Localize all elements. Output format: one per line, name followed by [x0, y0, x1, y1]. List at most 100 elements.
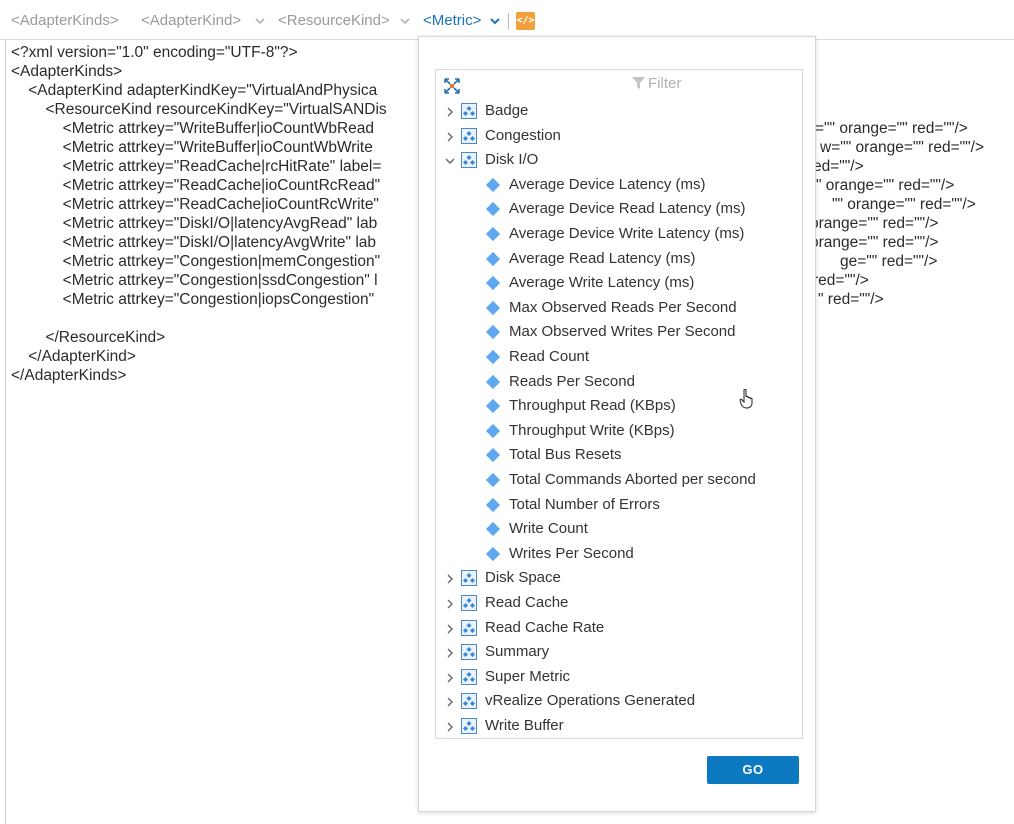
tree-group-read-cache[interactable]: Read Cache — [436, 591, 802, 615]
metric-group-icon — [461, 693, 477, 710]
chevron-right-icon[interactable] — [444, 105, 456, 117]
chevron-down-icon[interactable] — [489, 15, 501, 27]
metric-diamond-icon — [485, 472, 501, 488]
xml-toggle-button[interactable]: </> — [516, 12, 535, 30]
metric-diamond-icon — [485, 300, 501, 315]
tree-group-badge[interactable]: Badge — [436, 99, 802, 123]
tree-metric-item[interactable]: Write Count — [436, 517, 802, 541]
xml-line: <Metric attrkey="ReadCache|ioCountRcWrit… — [11, 196, 379, 213]
metric-group-icon — [461, 595, 477, 611]
tree-metric-item[interactable]: Throughput Write (KBps) — [436, 419, 802, 443]
tree-metric-label: Throughput Read (KBps) — [509, 397, 676, 415]
tree-metric-item[interactable]: Total Bus Resets — [436, 443, 802, 467]
xml-line: <Metric attrkey="ReadCache|rcHitRate" la… — [11, 158, 382, 175]
xml-line-tail: "" orange="" red=""/> — [832, 196, 976, 213]
tree-metric-item[interactable]: Average Device Latency (ms) — [436, 173, 802, 197]
tree-metric-label: Average Read Latency (ms) — [509, 249, 696, 267]
xml-line: <Metric attrkey="Congestion|iopsCongesti… — [11, 291, 375, 308]
xml-line-tail: " red=""/> — [818, 291, 884, 308]
xml-line: <ResourceKind resourceKindKey="VirtualSA… — [11, 101, 387, 118]
metric-group-icon — [461, 619, 477, 636]
tree-metric-label: Write Count — [509, 520, 588, 538]
tree-metric-label: Average Device Write Latency (ms) — [509, 225, 745, 242]
xml-line-tail: ge="" red=""/> — [840, 253, 938, 270]
tree-group-label: Disk Space — [485, 569, 561, 587]
xml-line-tail: orange="" red=""/> — [810, 234, 939, 251]
metric-diamond-icon — [485, 399, 501, 414]
tree-group-disk-space[interactable]: Disk Space — [436, 566, 802, 590]
chevron-down-icon[interactable] — [254, 15, 266, 27]
tree-group-write-buffer[interactable]: Write Buffer — [436, 714, 802, 738]
tree-metric-item[interactable]: Writes Per Second — [436, 542, 802, 566]
breadcrumb-metric[interactable]: <Metric> — [423, 12, 481, 29]
chevron-right-icon[interactable] — [444, 572, 456, 584]
go-button[interactable]: GO — [707, 756, 799, 784]
tree-metric-item[interactable]: Average Write Latency (ms) — [436, 271, 802, 295]
tree-metric-item[interactable]: Read Count — [436, 345, 802, 369]
breadcrumb-adapterkinds[interactable]: <AdapterKinds> — [11, 12, 119, 29]
chevron-right-icon[interactable] — [444, 597, 456, 609]
metric-group-icon — [461, 644, 477, 661]
metric-diamond-icon — [485, 423, 501, 438]
tree-metric-item[interactable]: Max Observed Writes Per Second — [436, 320, 802, 344]
metric-diamond-icon — [485, 546, 501, 561]
chevron-down-icon[interactable] — [399, 15, 411, 27]
metric-diamond-icon — [485, 226, 501, 242]
breadcrumb-resourcekind[interactable]: <ResourceKind> — [278, 12, 390, 29]
tree-group-summary[interactable]: Summary — [436, 640, 802, 664]
separator — [508, 13, 509, 29]
tree-metric-label: Average Write Latency (ms) — [509, 274, 695, 292]
chevron-down-icon[interactable] — [444, 154, 456, 166]
tree-group-congestion[interactable]: Congestion — [436, 124, 802, 148]
tree-metric-item[interactable]: Average Read Latency (ms) — [436, 247, 802, 271]
tree-group-read-cache-rate[interactable]: Read Cache Rate — [436, 616, 802, 640]
collapse-all-icon[interactable] — [442, 76, 462, 96]
metric-group-icon — [461, 570, 477, 587]
filter-input[interactable]: Filter — [632, 75, 681, 93]
xml-line: </AdapterKinds> — [11, 367, 127, 384]
metric-diamond-icon — [485, 202, 501, 217]
chevron-right-icon[interactable] — [444, 671, 456, 683]
xml-line: <?xml version="1.0" encoding="UTF-8"?> — [11, 44, 298, 61]
metric-diamond-icon — [485, 325, 501, 340]
metric-group-icon — [461, 103, 477, 119]
tree-group-label: Disk I/O — [485, 151, 539, 169]
breadcrumb-adapterkind[interactable]: <AdapterKind> — [141, 12, 241, 29]
tree-group-super-metric[interactable]: Super Metric — [436, 665, 802, 689]
tree-metric-label: Total Number of Errors — [509, 495, 660, 513]
xml-line: <Metric attrkey="DiskI/O|latencyAvgWrite… — [11, 234, 377, 251]
tree-metric-label: Read Count — [509, 348, 590, 365]
xml-line: <AdapterKinds> — [11, 63, 123, 80]
xml-line-tail: ="" orange="" red=""/> — [815, 120, 968, 137]
xml-line-tail: ed=""/> — [813, 158, 864, 175]
chevron-right-icon[interactable] — [444, 695, 456, 707]
tree-metric-label: Writes Per Second — [509, 544, 634, 562]
tree-metric-label: Max Observed Writes Per Second — [509, 323, 736, 341]
chevron-right-icon[interactable] — [444, 646, 456, 658]
xml-line: <Metric attrkey="DiskI/O|latencyAvgRead"… — [11, 215, 378, 232]
chevron-right-icon[interactable] — [444, 720, 456, 732]
hand-cursor-icon — [739, 388, 755, 409]
tree-metric-item[interactable]: Average Device Read Latency (ms) — [436, 197, 802, 221]
tree-metric-item[interactable]: Average Device Write Latency (ms) — [436, 222, 802, 246]
chevron-right-icon[interactable] — [444, 130, 456, 142]
xml-line-tail: red=""/> — [813, 272, 869, 289]
tree-group-label: Write Buffer — [485, 717, 564, 734]
xml-line-tail: w="" orange="" red=""/> — [820, 139, 984, 156]
metric-group-icon — [461, 718, 477, 734]
metric-diamond-icon — [485, 251, 501, 266]
filter-icon — [632, 76, 645, 93]
xml-line: </ResourceKind> — [11, 329, 166, 346]
tree-group-disk-i-o[interactable]: Disk I/O — [436, 148, 802, 172]
tree-metric-label: Average Device Read Latency (ms) — [509, 200, 746, 218]
tree-group-vrealize-operations-generated[interactable]: vRealize Operations Generated — [436, 689, 802, 713]
tree-metric-item[interactable]: Total Number of Errors — [436, 493, 802, 517]
chevron-right-icon[interactable] — [444, 622, 456, 634]
xml-line: <Metric attrkey="Congestion|memCongestio… — [11, 253, 381, 270]
tree-metric-label: Total Bus Resets — [509, 446, 622, 464]
tree-metric-label: Reads Per Second — [509, 372, 635, 390]
tree-metric-item[interactable]: Total Commands Aborted per second — [436, 468, 802, 492]
metric-group-icon — [461, 152, 477, 169]
tree-metric-item[interactable]: Max Observed Reads Per Second — [436, 296, 802, 320]
tree-group-label: Badge — [485, 102, 529, 119]
